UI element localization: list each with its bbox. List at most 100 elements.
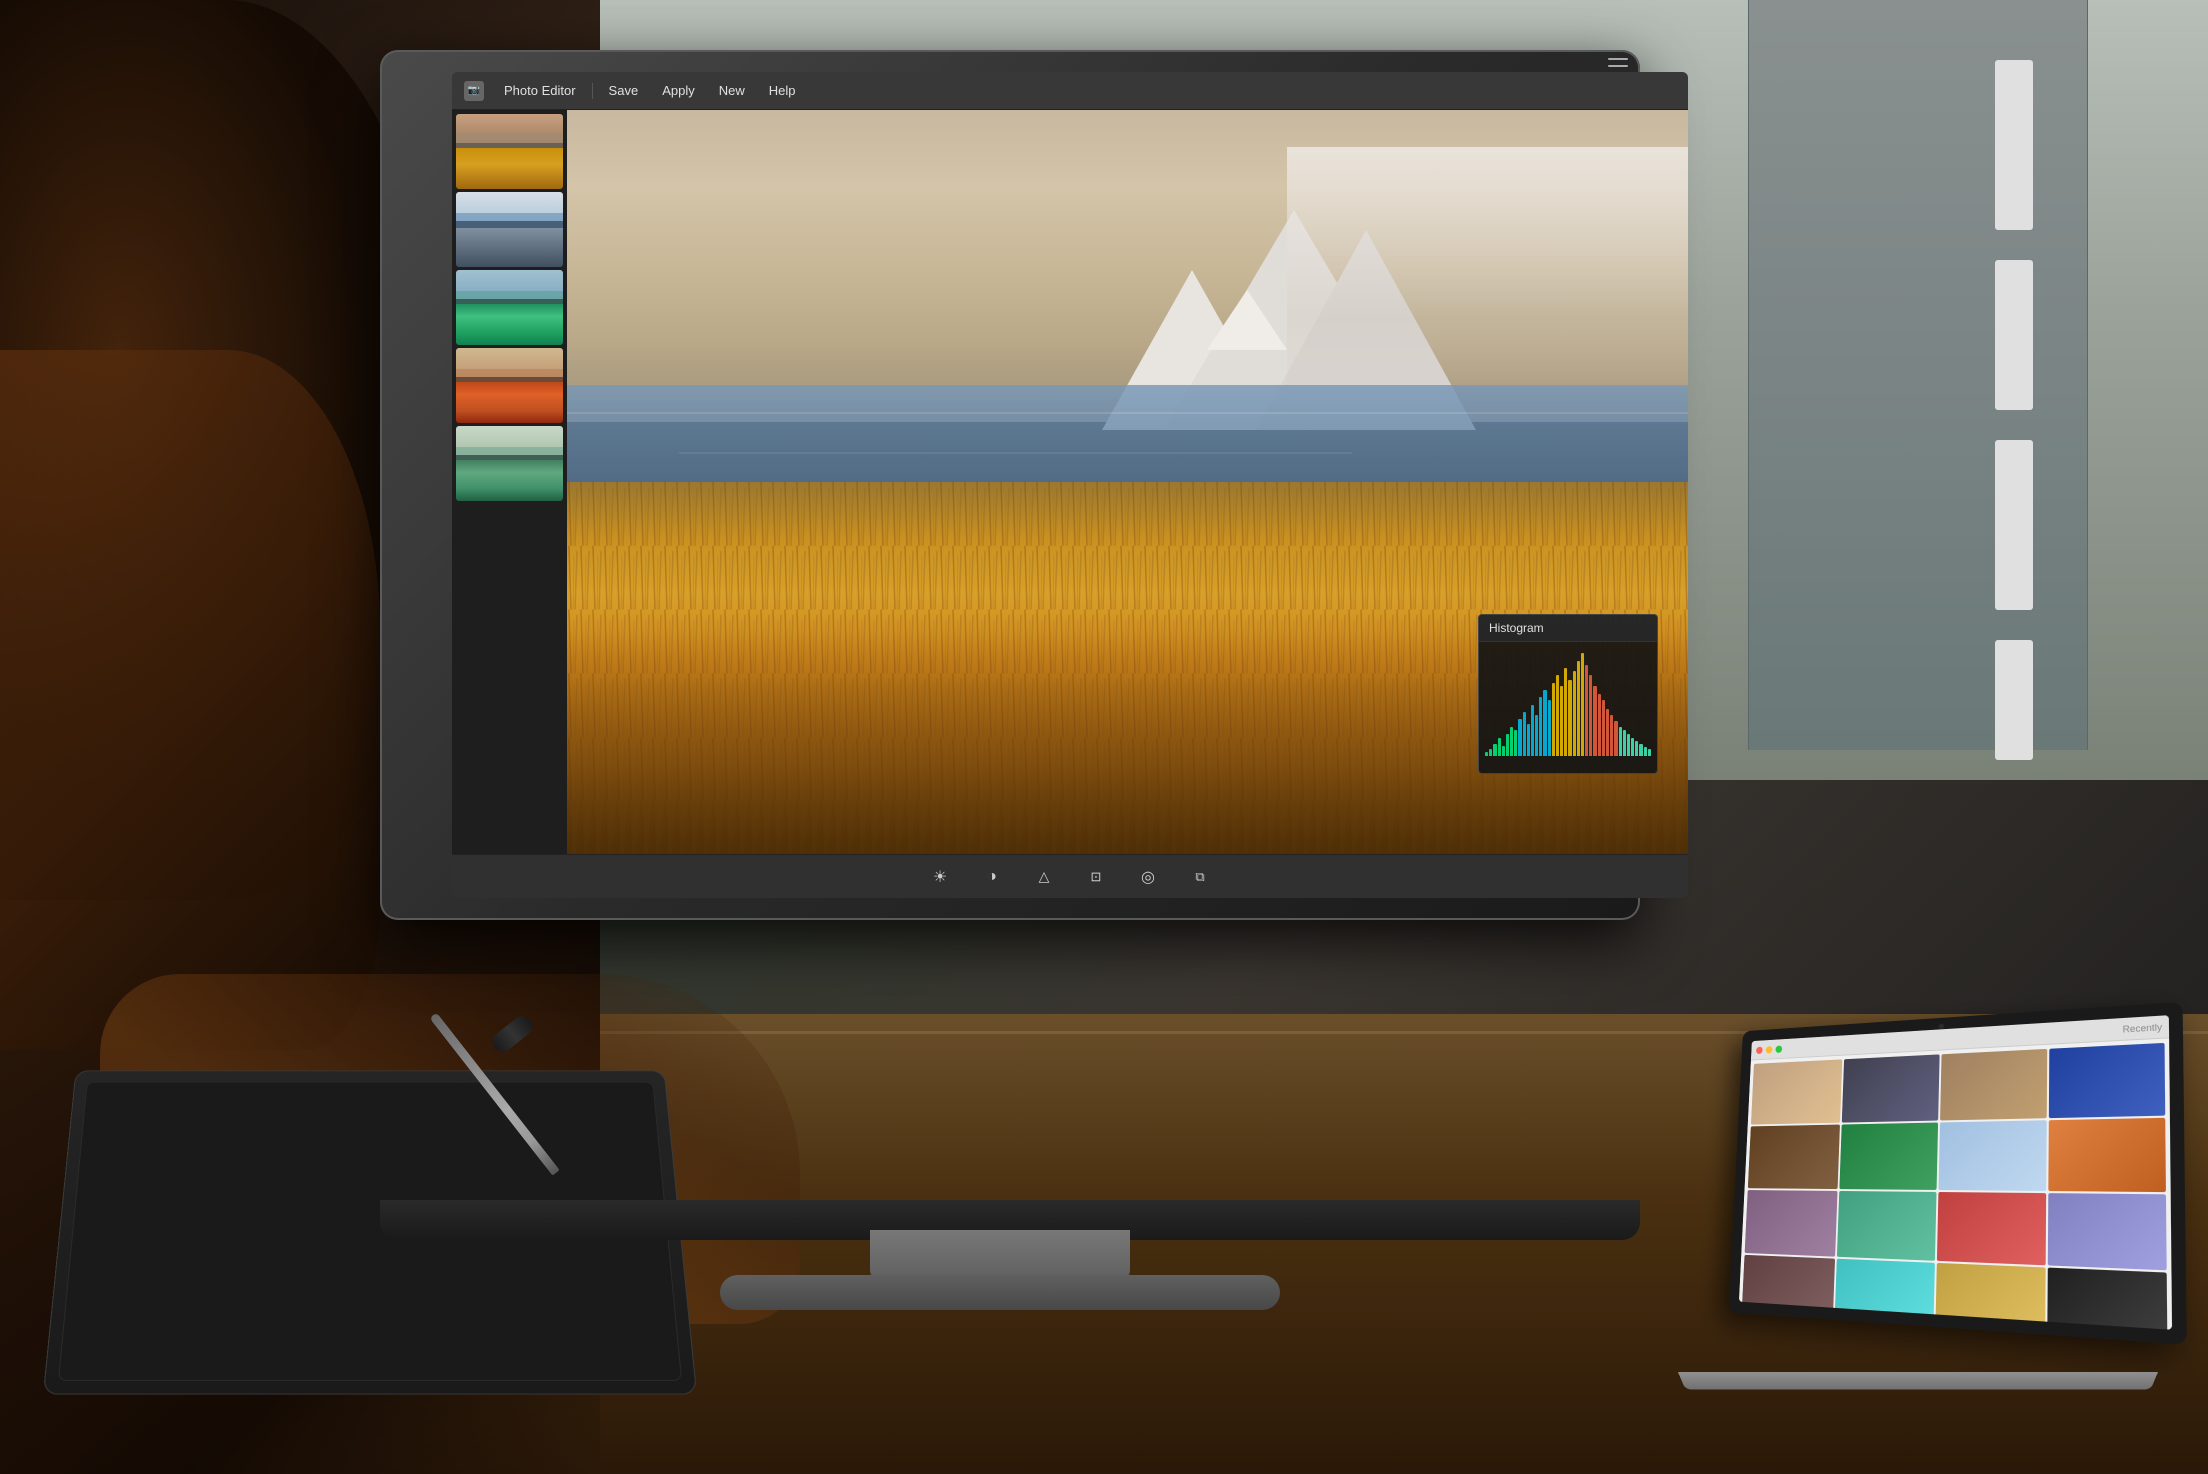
thumbnail-3[interactable]: [456, 270, 563, 345]
histogram-bar: [1635, 741, 1638, 756]
app-icon: 📷: [464, 81, 484, 101]
menu-help[interactable]: Help: [757, 79, 808, 102]
laptop-photo-10: [1836, 1191, 1936, 1261]
histogram-bar: [1581, 653, 1584, 756]
histogram-bar: [1518, 719, 1521, 756]
app-screen: 📷 Photo Editor Save Apply New Help: [452, 72, 1688, 898]
menu-save[interactable]: Save: [597, 79, 651, 102]
histogram-bar: [1614, 721, 1617, 756]
wall-strip-2: [1995, 260, 2033, 410]
thumbnail-panel: [452, 110, 567, 854]
histogram-bar: [1589, 675, 1592, 756]
sun-icon: ☀: [933, 867, 947, 887]
histogram-bar: [1493, 744, 1496, 756]
laptop-photo-grid: [1739, 1038, 2172, 1329]
thumbnail-5[interactable]: [456, 426, 563, 501]
histogram-bar: [1560, 686, 1563, 756]
menu-line-1: [1608, 58, 1628, 60]
imac-stand-base: [720, 1275, 1280, 1310]
histogram-title: Histogram: [1479, 615, 1657, 642]
laptop-photo-3: [1940, 1049, 2047, 1121]
laptop-min-dot: [1766, 1046, 1773, 1053]
histogram-panel: Histogram: [1478, 614, 1658, 774]
wall-strip-3: [1995, 440, 2033, 610]
thumbnail-1[interactable]: [456, 114, 563, 189]
imac-monitor: 📷 Photo Editor Save Apply New Help: [320, 50, 1700, 1350]
histogram-bar: [1498, 738, 1501, 756]
histogram-bar: [1514, 730, 1517, 756]
menu-photo-editor[interactable]: Photo Editor: [492, 79, 588, 102]
histogram-bar: [1485, 752, 1488, 756]
laptop-screen-outer: Recently: [1729, 1002, 2187, 1345]
layers-icon: ⧉: [1195, 869, 1204, 885]
laptop-photo-2: [1841, 1054, 1939, 1122]
laptop-photo-15: [1935, 1263, 2045, 1330]
laptop-photo-16: [2047, 1268, 2168, 1330]
wall-panel: [1748, 0, 2088, 750]
brightness-tool[interactable]: ☀: [924, 861, 956, 893]
laptop-photo-11: [1937, 1192, 2046, 1265]
histogram-bar: [1602, 700, 1605, 756]
histogram-bar: [1552, 683, 1555, 756]
histogram-bar: [1523, 712, 1526, 756]
app-window: 📷 Photo Editor Save Apply New Help: [452, 72, 1688, 898]
histogram-bar: [1623, 730, 1626, 756]
thumbnail-2[interactable]: [456, 192, 563, 267]
laptop-photo-6: [1839, 1123, 1938, 1190]
histogram-bar: [1619, 727, 1622, 756]
eye-icon: ◎: [1141, 867, 1155, 887]
menu-new[interactable]: New: [707, 79, 757, 102]
shape-tool[interactable]: △: [1028, 861, 1060, 893]
menu-bar: 📷 Photo Editor Save Apply New Help: [452, 72, 1688, 110]
laptop: Recently: [1678, 1014, 2198, 1394]
laptop-photo-1: [1751, 1059, 1842, 1124]
histogram-bar: [1631, 738, 1634, 756]
view-tool[interactable]: ◎: [1132, 861, 1164, 893]
triangle-icon: △: [1039, 868, 1050, 885]
imac-stand-neck: [870, 1230, 1130, 1280]
contrast-icon: ◑: [987, 868, 997, 886]
laptop-base: [1678, 1372, 2158, 1389]
histogram-bar: [1535, 715, 1538, 756]
contrast-tool[interactable]: ◑: [976, 861, 1008, 893]
laptop-photo-8: [2048, 1118, 2166, 1192]
histogram-bar: [1573, 671, 1576, 756]
laptop-title: Recently: [2123, 1021, 2163, 1034]
app-body: Histogram: [452, 110, 1688, 854]
bottom-toolbar: ☀ ◑ △ ⊡ ◎ ⧉: [452, 854, 1688, 898]
laptop-photo-13: [1741, 1255, 1834, 1326]
histogram-bar: [1610, 715, 1613, 756]
main-canvas[interactable]: Histogram: [567, 110, 1688, 854]
laptop-photo-14: [1834, 1259, 1935, 1330]
histogram-bar: [1648, 749, 1651, 756]
laptop-photo-5: [1748, 1125, 1840, 1189]
histogram-bar: [1527, 724, 1530, 756]
layers-tool[interactable]: ⧉: [1184, 861, 1216, 893]
imac-bezel: 📷 Photo Editor Save Apply New Help: [380, 50, 1640, 920]
menu-apply[interactable]: Apply: [650, 79, 707, 102]
laptop-photo-4: [2048, 1043, 2165, 1118]
histogram-bar: [1531, 705, 1534, 756]
histogram-bar: [1506, 734, 1509, 756]
laptop-photo-7: [1938, 1120, 2046, 1191]
laptop-close-dot: [1756, 1046, 1763, 1053]
histogram-chart: [1479, 642, 1657, 762]
laptop-screen-inner: Recently: [1739, 1015, 2172, 1330]
crop-tool[interactable]: ⊡: [1080, 861, 1112, 893]
menu-sep-1: [592, 83, 593, 99]
histogram-bar: [1556, 675, 1559, 756]
crop-icon: ⊡: [1091, 869, 1102, 885]
wall-strip-1: [1995, 60, 2033, 230]
histogram-bar: [1598, 694, 1601, 756]
histogram-bar: [1568, 680, 1571, 756]
histogram-bar: [1606, 709, 1609, 756]
histogram-bar: [1543, 690, 1546, 756]
histogram-bar: [1585, 665, 1588, 756]
laptop-max-dot: [1775, 1045, 1782, 1053]
histogram-bar: [1564, 668, 1567, 756]
wall-strip-4: [1995, 640, 2033, 760]
thumbnail-4[interactable]: [456, 348, 563, 423]
laptop-photo-9: [1745, 1190, 1837, 1257]
histogram-bar: [1510, 727, 1513, 756]
menu-line-2: [1608, 65, 1628, 67]
